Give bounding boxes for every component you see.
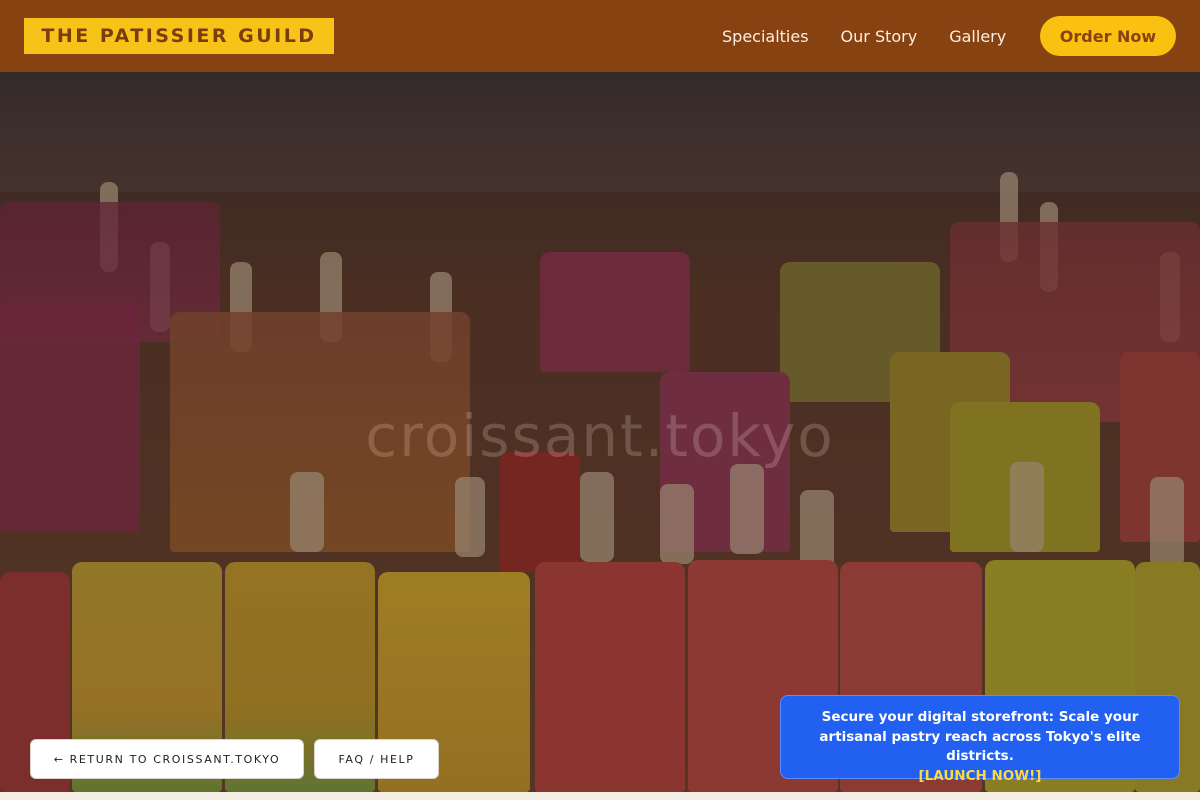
faq-help-button[interactable]: FAQ / HELP (314, 739, 439, 779)
top-navbar: THE PATISSIER GUILD Specialties Our Stor… (0, 0, 1200, 72)
promo-message: Secure your digital storefront: Scale yo… (819, 709, 1141, 764)
hero-image: croissant.tokyo (0, 72, 1200, 792)
brand-logo[interactable]: THE PATISSIER GUILD (24, 18, 334, 54)
launch-now-link[interactable]: [LAUNCH NOW!] (799, 767, 1161, 787)
nav-link-specialties[interactable]: Specialties (722, 27, 809, 46)
main-nav: Specialties Our Story Gallery (706, 0, 1022, 72)
nav-link-our-story[interactable]: Our Story (841, 27, 918, 46)
page-bottom-strip (0, 792, 1200, 800)
return-to-site-button[interactable]: ← RETURN TO CROISSANT.TOKYO (30, 739, 304, 779)
order-now-button[interactable]: Order Now (1040, 16, 1176, 56)
hero-watermark: croissant.tokyo (365, 402, 835, 470)
promo-banner[interactable]: Secure your digital storefront: Scale yo… (780, 695, 1180, 784)
nav-link-gallery[interactable]: Gallery (949, 27, 1006, 46)
